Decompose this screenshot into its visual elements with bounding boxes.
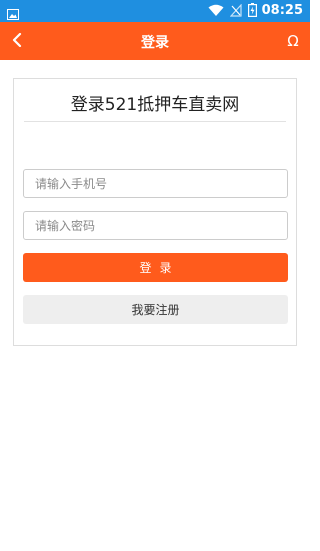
register-button[interactable]: 我要注册 bbox=[23, 295, 288, 324]
divider bbox=[24, 121, 286, 122]
login-card-title: 登录521抵押车直卖网 bbox=[70, 95, 240, 115]
app-bar: 登录 Ω bbox=[0, 22, 310, 60]
password-input[interactable] bbox=[23, 211, 288, 240]
gallery-icon bbox=[7, 5, 19, 20]
phone-input[interactable] bbox=[23, 169, 288, 198]
status-time: 08:25 bbox=[261, 3, 303, 18]
system-icons bbox=[208, 2, 258, 21]
omega-icon: Ω bbox=[287, 32, 299, 50]
login-button[interactable]: 登录 bbox=[23, 253, 288, 282]
status-bar: 08:25 bbox=[0, 0, 310, 22]
no-signal-icon bbox=[229, 2, 242, 21]
login-card: 登录521抵押车直卖网 登录 我要注册 bbox=[13, 78, 297, 346]
omega-button[interactable]: Ω bbox=[284, 30, 302, 52]
wifi-icon bbox=[208, 2, 224, 21]
battery-icon bbox=[248, 2, 258, 21]
page-title: 登录 bbox=[141, 35, 169, 51]
